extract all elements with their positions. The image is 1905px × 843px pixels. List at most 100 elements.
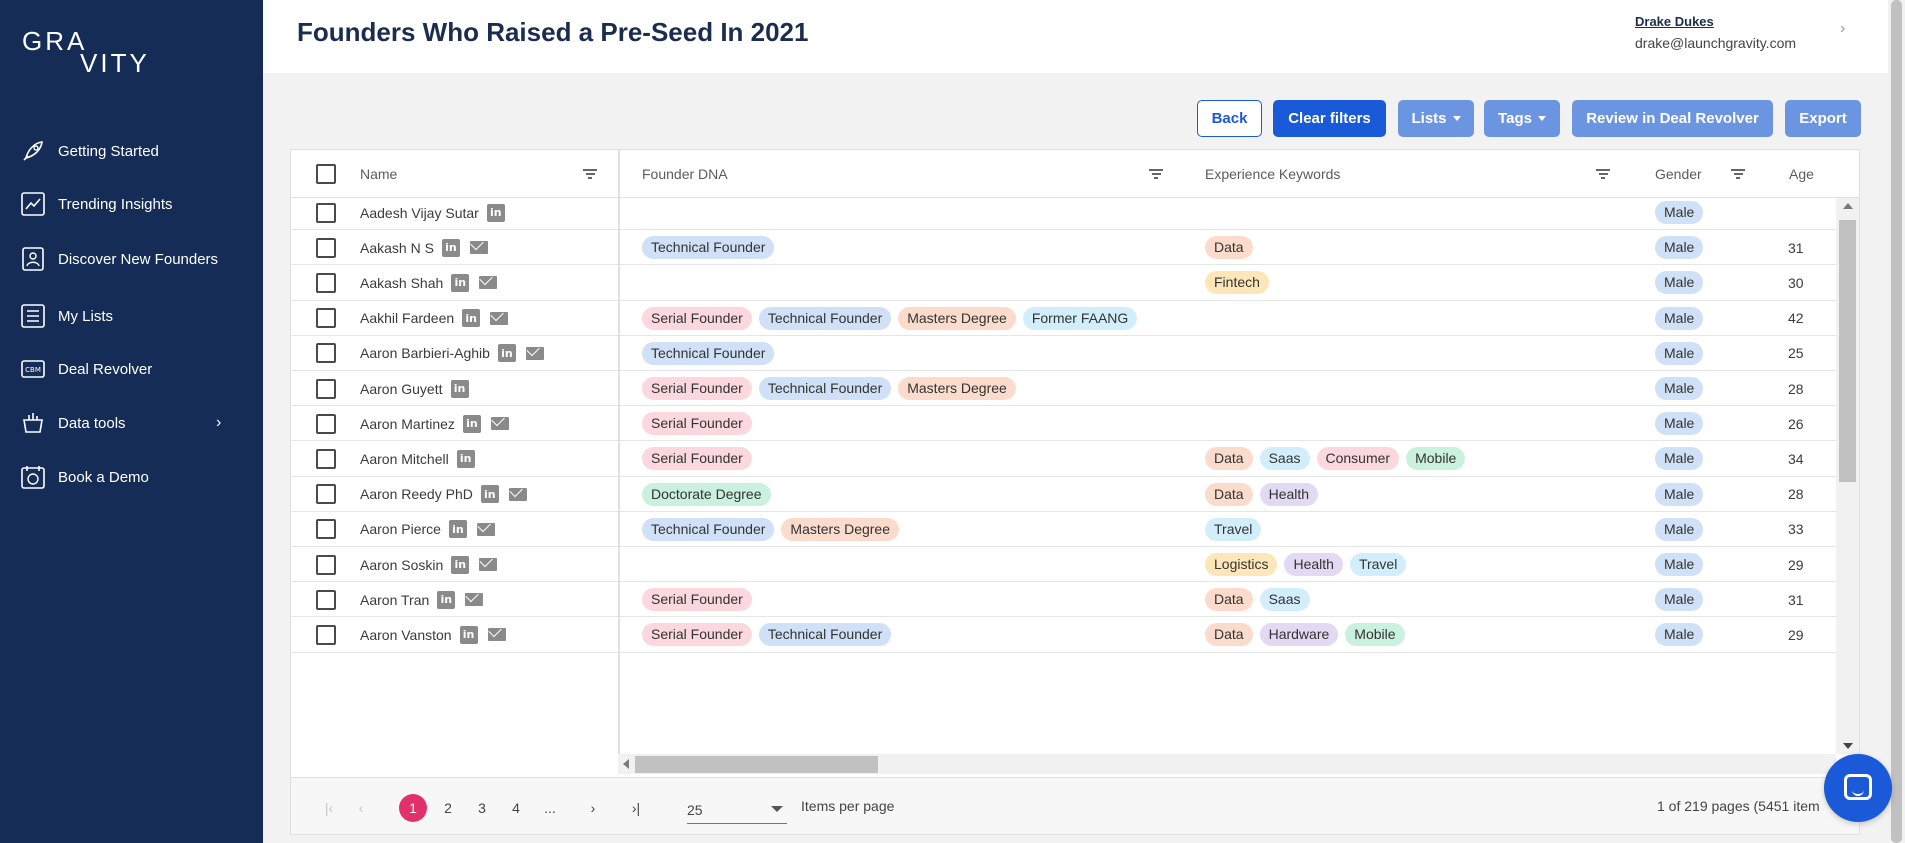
founder-name[interactable]: Aaron Reedy PhD [360, 486, 473, 502]
page-button-2[interactable]: 2 [434, 794, 462, 822]
grid-vertical-scrollbar-thumb[interactable] [1839, 220, 1856, 482]
linkedin-icon[interactable]: in [456, 449, 475, 468]
table-row[interactable]: Aakash Shah in Fintech Male 30 [291, 265, 1836, 301]
table-row[interactable]: Aaron Soskin in Logistics Health Travel Male 2… [291, 547, 1836, 583]
column-header-age[interactable]: Age [1789, 150, 1814, 198]
first-page-button[interactable]: |‹ [315, 794, 343, 822]
select-all-checkbox[interactable] [316, 164, 336, 184]
email-icon[interactable] [508, 487, 527, 501]
back-button[interactable]: Back [1197, 100, 1262, 137]
founder-name[interactable]: Aakash N S [360, 240, 434, 256]
gravity-logo[interactable]: GRA VITY [22, 26, 162, 78]
row-select-checkbox[interactable] [316, 519, 336, 540]
page-button-1[interactable]: 1 [399, 794, 427, 822]
page-button-4[interactable]: 4 [502, 794, 530, 822]
sidebar-item-trending-insights[interactable]: Trending Insights [0, 182, 263, 226]
row-select-checkbox[interactable] [316, 237, 336, 258]
row-select-checkbox[interactable] [316, 308, 336, 329]
table-row[interactable]: Aakash N S in Technical Founder Data Male 31 [291, 230, 1836, 266]
table-row[interactable]: Aaron Barbieri-Aghib in Technical Founder M… [291, 336, 1836, 371]
export-button[interactable]: Export [1785, 100, 1861, 137]
linkedin-icon[interactable]: in [486, 203, 505, 222]
linkedin-icon[interactable]: in [441, 238, 460, 257]
scroll-left-arrow-icon[interactable] [623, 759, 629, 769]
table-row[interactable]: Aaron Mitchell in Serial Founder Data Saas Co… [291, 441, 1836, 477]
user-name-link[interactable]: Drake Dukes [1635, 14, 1714, 29]
tags-dropdown-button[interactable]: Tags [1484, 100, 1560, 137]
linkedin-icon[interactable]: in [437, 590, 456, 609]
sidebar-item-discover-new-founders[interactable]: Discover New Founders [0, 237, 263, 281]
row-select-checkbox[interactable] [316, 624, 336, 645]
chat-launcher-button[interactable] [1824, 754, 1892, 822]
sidebar-item-book-a-demo[interactable]: Book a Demo [0, 455, 263, 499]
email-icon[interactable] [525, 346, 544, 360]
table-row[interactable]: Aaron Martinez in Serial Founder Male 26 [291, 406, 1836, 442]
row-select-checkbox[interactable] [316, 413, 336, 434]
filter-icon[interactable] [1149, 169, 1163, 179]
table-row[interactable]: Aaron Guyett in Serial Founder Technical Fo… [291, 371, 1836, 407]
founder-name[interactable]: Aaron Soskin [360, 557, 443, 573]
row-select-checkbox[interactable] [316, 272, 336, 293]
linkedin-icon[interactable]: in [462, 414, 481, 433]
lists-dropdown-button[interactable]: Lists [1398, 100, 1474, 137]
table-row[interactable]: Aaron Reedy PhD in Doctorate Degree Data Hea… [291, 477, 1836, 512]
founder-name[interactable]: Aaron Martinez [360, 416, 455, 432]
row-select-checkbox[interactable] [316, 484, 336, 505]
linkedin-icon[interactable]: in [497, 344, 516, 363]
grid-horizontal-scrollbar-thumb[interactable] [635, 756, 878, 773]
linkedin-icon[interactable]: in [450, 379, 469, 398]
email-icon[interactable] [469, 241, 488, 255]
founder-name[interactable]: Aaron Mitchell [360, 451, 449, 467]
email-icon[interactable] [476, 522, 495, 536]
filter-icon[interactable] [1596, 169, 1610, 179]
email-icon[interactable] [490, 417, 509, 431]
linkedin-icon[interactable]: in [459, 625, 478, 644]
column-header-founder-dna[interactable]: Founder DNA [642, 150, 728, 198]
row-select-checkbox[interactable] [316, 378, 336, 399]
grid-horizontal-scrollbar[interactable] [618, 754, 1836, 774]
table-row[interactable]: Aaron Vanston in Serial Founder Technical F… [291, 617, 1836, 653]
column-header-name[interactable]: Name [360, 150, 397, 198]
email-icon[interactable] [465, 593, 484, 607]
scroll-down-arrow-icon[interactable] [1843, 743, 1853, 749]
scroll-up-arrow-icon[interactable] [1843, 203, 1853, 209]
email-icon[interactable] [479, 276, 498, 290]
sidebar-item-data-tools[interactable]: Data tools › [0, 401, 263, 445]
founder-name[interactable]: Aaron Pierce [360, 521, 441, 537]
founder-name[interactable]: Aadesh Vijay Sutar [360, 205, 479, 221]
linkedin-icon[interactable]: in [451, 555, 470, 574]
grid-vertical-scrollbar[interactable] [1836, 198, 1859, 754]
founder-name[interactable]: Aakhil Fardeen [360, 310, 454, 326]
founder-name[interactable]: Aakash Shah [360, 275, 443, 291]
founder-name[interactable]: Aaron Barbieri-Aghib [360, 345, 490, 361]
next-page-button[interactable]: › [579, 794, 607, 822]
filter-icon[interactable] [1731, 169, 1745, 179]
clear-filters-button[interactable]: Clear filters [1273, 100, 1386, 137]
items-per-page-select[interactable]: 25 [687, 792, 787, 824]
sidebar-item-deal-revolver[interactable]: CBM Deal Revolver [0, 347, 263, 391]
table-row[interactable]: Aadesh Vijay Sutar in Male [291, 195, 1836, 231]
sidebar-item-getting-started[interactable]: Getting Started [0, 129, 263, 173]
page-scrollbar-thumb[interactable] [1891, 0, 1902, 843]
review-in-deal-revolver-button[interactable]: Review in Deal Revolver [1572, 100, 1773, 137]
filter-icon[interactable] [583, 169, 597, 179]
email-icon[interactable] [487, 628, 506, 642]
table-row[interactable]: Aaron Tran in Serial Founder Data Saas Male 31 [291, 582, 1836, 618]
row-select-checkbox[interactable] [316, 554, 336, 575]
last-page-button[interactable]: ›| [622, 794, 650, 822]
linkedin-icon[interactable]: in [448, 520, 467, 539]
column-header-experience-keywords[interactable]: Experience Keywords [1205, 150, 1340, 198]
prev-page-button[interactable]: ‹ [347, 794, 375, 822]
column-header-gender[interactable]: Gender [1655, 150, 1702, 198]
sidebar-item-my-lists[interactable]: My Lists [0, 294, 263, 338]
founder-name[interactable]: Aaron Tran [360, 592, 429, 608]
table-row[interactable]: Aaron Pierce in Technical Founder Masters D… [291, 512, 1836, 547]
page-scrollbar[interactable] [1888, 0, 1905, 843]
row-select-checkbox[interactable] [316, 202, 336, 223]
row-select-checkbox[interactable] [316, 448, 336, 469]
table-row[interactable]: Aakhil Fardeen in Serial Founder Technical … [291, 301, 1836, 336]
linkedin-icon[interactable]: in [462, 309, 481, 328]
row-select-checkbox[interactable] [316, 343, 336, 364]
founder-name[interactable]: Aaron Vanston [360, 627, 452, 643]
founder-name[interactable]: Aaron Guyett [360, 381, 443, 397]
